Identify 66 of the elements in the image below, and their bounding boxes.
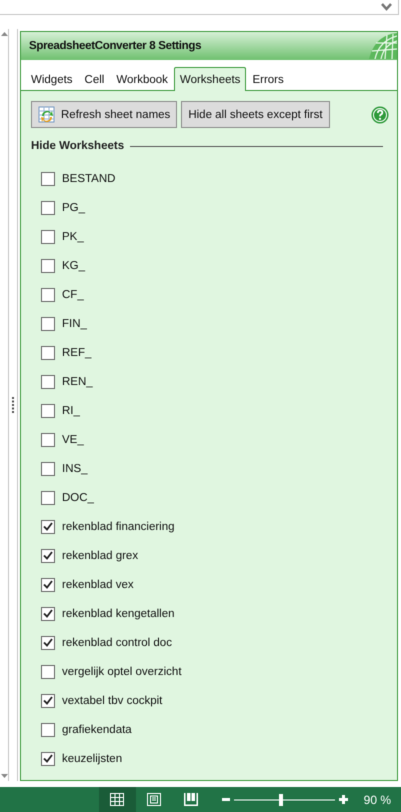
checkbox[interactable] [41,548,55,562]
checkbox-label[interactable]: FIN_ [62,318,87,330]
checkbox[interactable] [41,578,55,592]
checkbox-label[interactable]: rekenblad kengetallen [62,608,175,620]
tab[interactable]: Errors [246,68,290,91]
checkbox-label[interactable]: VE_ [62,434,84,446]
checkbox[interactable] [41,316,55,330]
checkbox[interactable] [41,230,55,244]
checkbox[interactable] [41,520,55,534]
checkbox[interactable] [41,490,55,504]
grid-icon [110,793,124,806]
checkbox-label[interactable]: rekenblad financiering [62,520,175,532]
checkbox[interactable] [41,694,55,708]
checkbox-label[interactable]: CF_ [62,288,84,300]
checkbox[interactable] [41,462,55,476]
page-break-icon [184,793,198,806]
checkbox-label[interactable]: DOC_ [62,492,94,504]
checkbox[interactable] [41,606,55,620]
checkbox-label[interactable]: PK_ [62,230,84,242]
grip-icon[interactable] [12,396,15,414]
page-icon [147,793,162,806]
scroll-up-icon[interactable] [0,32,8,36]
zoom-thumb[interactable] [279,794,284,806]
checkbox-label[interactable]: keuzelijsten [62,752,122,764]
checkbox[interactable] [41,664,55,678]
checkbox[interactable] [41,200,55,214]
chevron-down-icon[interactable] [381,3,392,11]
refresh-sheet-icon [38,106,56,124]
checkbox-label[interactable]: RI_ [62,404,80,416]
zoom-reading: 90 % [364,792,391,806]
checkbox[interactable] [41,346,55,360]
tab[interactable]: Widgets [25,68,79,91]
checkbox[interactable] [41,636,55,650]
checkbox-label[interactable]: KG_ [62,260,86,272]
scroll-down-icon[interactable] [0,774,8,778]
checkbox[interactable] [41,258,55,272]
checkbox[interactable] [41,288,55,302]
checkbox-label[interactable]: grafiekendata [62,724,132,736]
checkbox-label[interactable]: REN_ [62,376,93,388]
checkbox-label[interactable]: REF_ [62,346,92,358]
help-icon[interactable] [371,106,389,124]
checkbox-label[interactable]: INS_ [62,462,88,474]
checkbox[interactable] [41,172,55,186]
tab[interactable]: Cell [78,68,110,91]
checkbox[interactable] [41,432,55,446]
zoom-out-icon[interactable] [222,798,230,801]
checkbox-label[interactable]: rekenblad control doc [62,636,172,648]
checkbox-label[interactable]: vextabel tbv cockpit [62,694,162,706]
checkbox-label[interactable]: vergelijk optel overzicht [62,666,182,678]
checkbox[interactable] [41,722,55,736]
tab[interactable]: Worksheets [174,67,246,91]
checkbox-label[interactable]: rekenblad grex [62,550,138,562]
tab[interactable]: Workbook [110,68,174,91]
refresh-button[interactable]: Refresh sheet names [31,101,178,128]
panel-title: SpreadsheetConverter 8 Settings [29,40,202,52]
checkbox[interactable] [41,404,55,418]
checkbox[interactable] [41,374,55,388]
zoom-in-icon[interactable] [338,795,348,804]
checkbox-label[interactable]: BESTAND [62,172,116,184]
checkbox[interactable] [41,752,55,766]
checkbox-label[interactable]: PG_ [62,202,86,214]
section-title: Hide Worksheets [31,140,124,152]
checkbox-label[interactable]: rekenblad vex [62,578,134,590]
dropdown-field[interactable] [0,0,399,15]
hide-sheets-button[interactable]: Hide all sheets except first [181,101,330,128]
view-button[interactable] [98,787,136,812]
